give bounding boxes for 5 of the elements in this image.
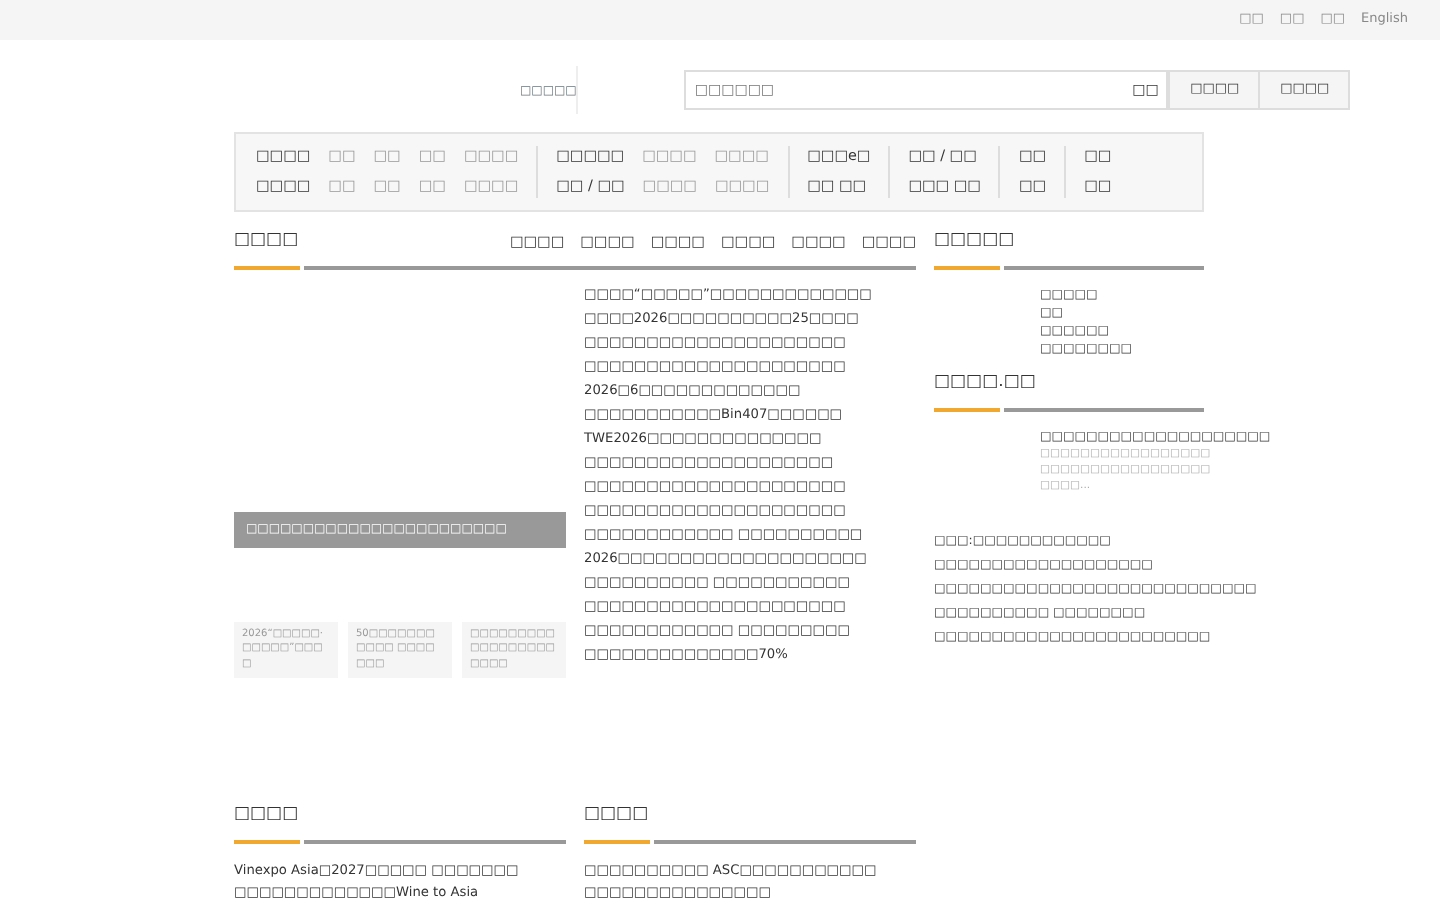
section-title: □□□□.□□ [934,371,1036,392]
section-title: □□□□ [234,228,299,254]
section-title: □□□□□ [934,230,1015,250]
section-title: □□□□ [584,803,649,824]
section-title: □□□□ [234,803,299,824]
